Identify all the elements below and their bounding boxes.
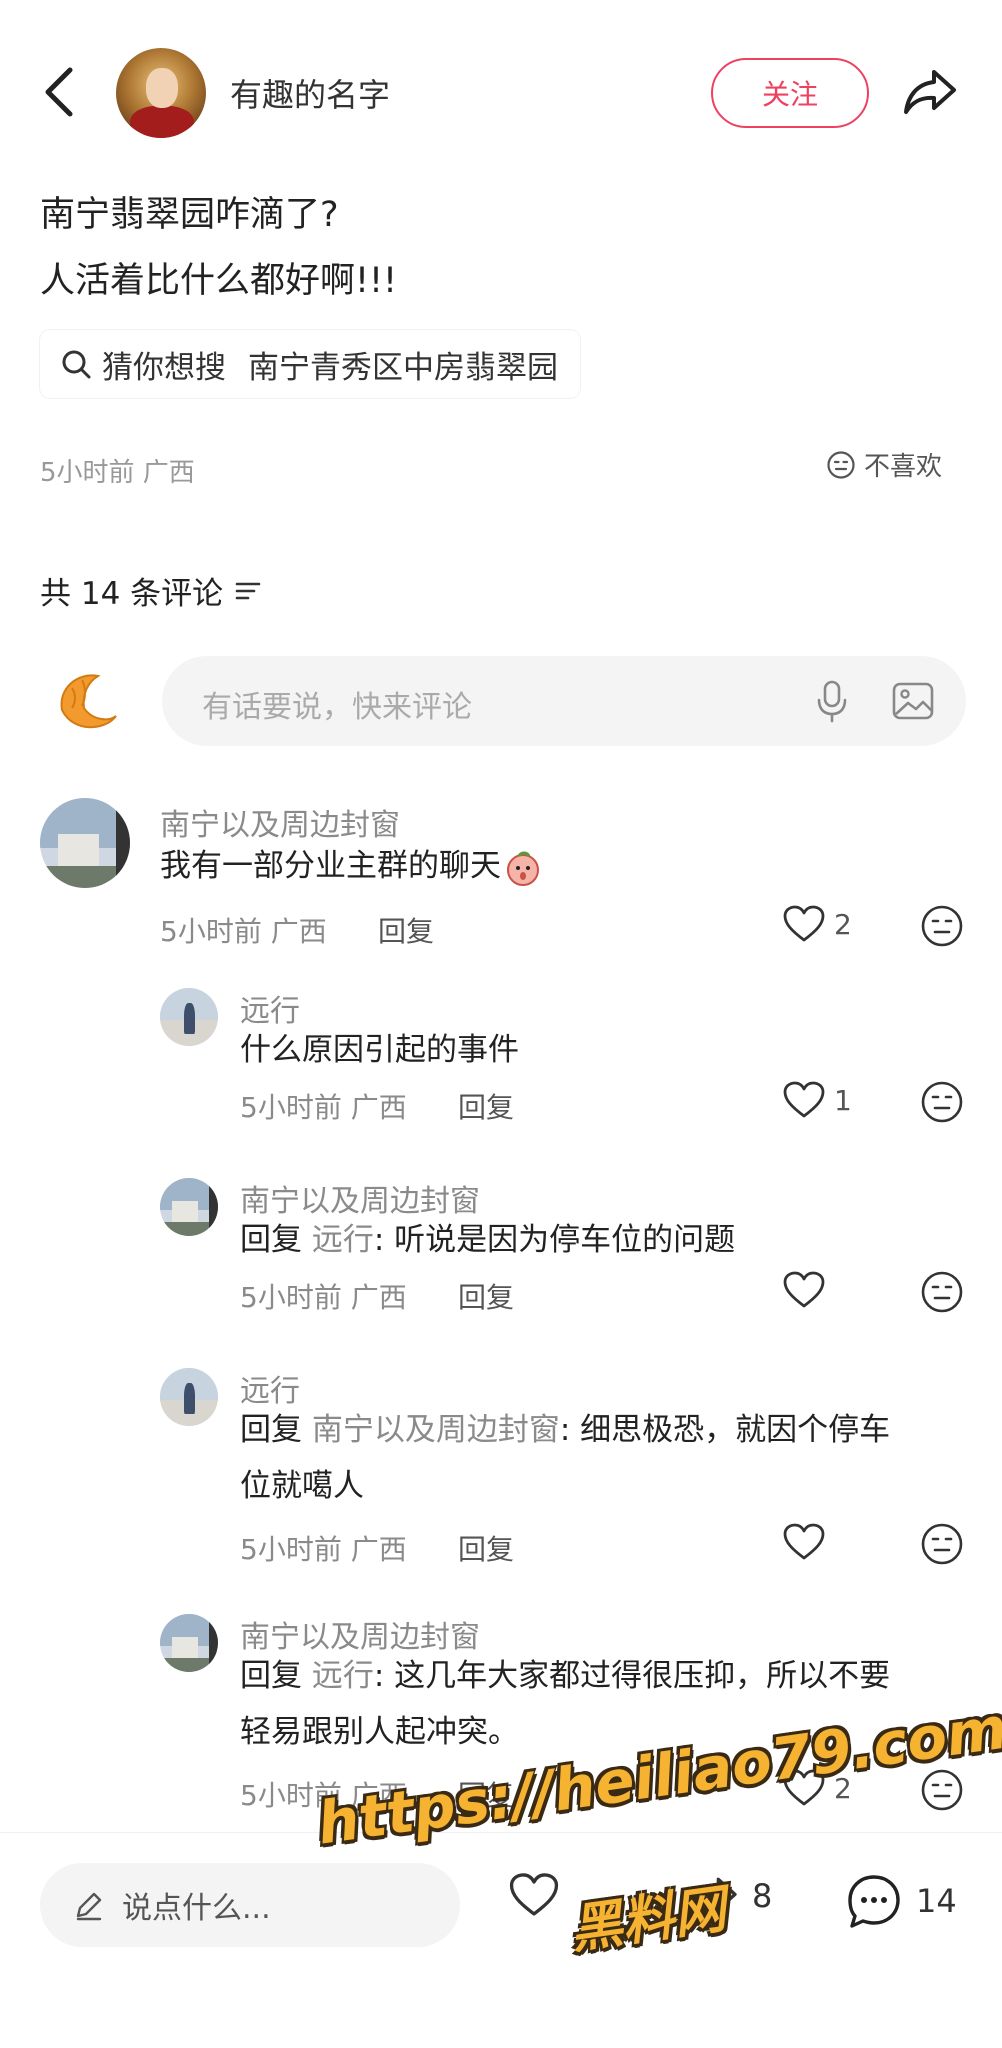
comment-count: 14	[916, 1882, 957, 1920]
commenter-avatar[interactable]	[40, 798, 130, 888]
commenter-avatar[interactable]	[160, 1178, 218, 1236]
comment-body: : 这几年大家都过得很压抑，所以不要	[373, 1658, 891, 1694]
comment-count-button[interactable]: 14	[844, 1871, 957, 1931]
reply-prefix: 回复	[240, 1222, 302, 1258]
reply-target-name[interactable]: 南宁以及周边封窗	[312, 1412, 560, 1448]
author-name[interactable]: 有趣的名字	[230, 70, 390, 116]
neutral-face-icon[interactable]	[920, 1080, 964, 1124]
like-count: 2	[834, 907, 852, 941]
say-something-placeholder: 说点什么...	[122, 1891, 271, 1926]
heart-icon	[509, 1873, 559, 1916]
post-meta: 5小时前 广西	[40, 458, 195, 488]
comment-composer[interactable]: 有话要说，快来评论	[162, 656, 966, 746]
commenter-avatar[interactable]	[160, 988, 218, 1046]
heart-icon	[783, 1271, 825, 1308]
reply-button[interactable]: 回复	[378, 910, 434, 950]
reply-item: 远行 回复 南宁以及周边封窗: 细思极恐，就因个停车 位就噶人 5小时前 广西 …	[0, 1360, 1002, 1580]
share-count: 8	[752, 1877, 773, 1915]
comment-item: 南宁以及周边封窗 我有一部分业主群的聊天 5小时前 广西 回复 2	[0, 790, 1002, 960]
search-icon	[62, 350, 91, 379]
like-button[interactable]	[782, 1522, 834, 1562]
comment-time: 5小时前 广西	[240, 1533, 407, 1566]
reply-button[interactable]: 回复	[458, 1276, 514, 1316]
post-text-line-1: 南宁翡翠园咋滴了?	[40, 195, 339, 235]
comment-text: 回复 远行: 这几年大家都过得很压抑，所以不要	[240, 1648, 890, 1704]
author-avatar[interactable]	[116, 48, 206, 138]
microphone-icon[interactable]	[810, 678, 854, 724]
comment-text: 回复 远行: 听说是因为停车位的问题	[240, 1212, 735, 1268]
bottom-action-bar: 说点什么... 8 14	[0, 1832, 1002, 2048]
reply-prefix: 回复	[240, 1412, 302, 1448]
reply-item: 远行 什么原因引起的事件 5小时前 广西 回复 1	[0, 980, 1002, 1150]
commenter-avatar[interactable]	[160, 1614, 218, 1672]
comment-bubble-icon	[848, 1875, 900, 1928]
dislike-button[interactable]: 不喜欢	[826, 446, 942, 483]
back-arrow-icon[interactable]	[40, 62, 80, 122]
suggested-search-query[interactable]: 南宁青秀区中房翡翠园	[248, 342, 558, 387]
comment-text: 什么原因引起的事件	[240, 1032, 519, 1068]
like-button[interactable]	[782, 1270, 834, 1310]
like-count: 1	[834, 1083, 852, 1117]
reply-target-name[interactable]: 远行	[312, 1658, 374, 1694]
sort-filter-icon[interactable]	[233, 576, 263, 606]
top-bar: 有趣的名字 关注	[0, 0, 1002, 180]
neutral-face-icon[interactable]	[920, 1270, 964, 1314]
neutral-face-icon[interactable]	[920, 904, 964, 948]
neutral-face-icon[interactable]	[920, 1768, 964, 1812]
suggested-search-label: 猜你想搜	[102, 349, 226, 386]
reply-prefix: 回复	[240, 1658, 302, 1694]
reply-button[interactable]: 回复	[458, 1528, 514, 1568]
comment-time: 5小时前 广西	[240, 1091, 407, 1124]
dislike-label: 不喜欢	[864, 452, 943, 482]
comment-time: 5小时前 广西	[160, 915, 327, 948]
heart-icon	[783, 905, 825, 942]
reply-target-name[interactable]: 远行	[312, 1222, 374, 1258]
comment-time: 5小时前 广西	[240, 1281, 407, 1314]
follow-button[interactable]: 关注	[711, 58, 869, 128]
say-something-input[interactable]: 说点什么...	[40, 1863, 460, 1947]
pencil-icon	[76, 1892, 102, 1921]
comment-text-line-2: 轻易跟别人起冲突。	[240, 1714, 519, 1750]
comment-text: 回复 南宁以及周边封窗: 细思极恐，就因个停车	[240, 1402, 890, 1458]
comment-composer-placeholder: 有话要说，快来评论	[202, 690, 472, 725]
comment-text-line-2: 位就噶人	[240, 1468, 364, 1504]
like-button[interactable]: 2	[782, 904, 852, 944]
heart-icon	[783, 1081, 825, 1118]
neutral-face-icon	[827, 450, 855, 479]
comment-count-header: 共 14 条评论	[40, 568, 263, 613]
reply-item: 南宁以及周边封窗 回复 远行: 听说是因为停车位的问题 5小时前 广西 回复	[0, 1170, 1002, 1340]
croissant-avatar-icon	[60, 674, 117, 729]
heart-icon	[783, 1523, 825, 1560]
comment-body: : 细思极恐，就因个停车	[559, 1412, 891, 1448]
share-icon[interactable]	[900, 62, 960, 122]
like-post-button[interactable]	[508, 1871, 572, 1919]
suggested-search-chip[interactable]: 猜你想搜 南宁青秀区中房翡翠园	[40, 330, 580, 398]
neutral-face-icon[interactable]	[920, 1522, 964, 1566]
comment-body: : 听说是因为停车位的问题	[373, 1222, 736, 1258]
image-icon[interactable]	[890, 678, 936, 724]
comment-text: 我有一部分业主群的聊天	[160, 838, 543, 894]
like-button[interactable]: 1	[782, 1080, 852, 1120]
comment-count-label: 共 14 条评论	[40, 576, 224, 612]
commenter-avatar[interactable]	[160, 1368, 218, 1426]
reply-button[interactable]: 回复	[458, 1086, 514, 1126]
peach-emoji-icon	[507, 851, 539, 886]
post-text-line-2: 人活着比什么都好啊!!!	[40, 261, 398, 301]
comment-body: 我有一部分业主群的聊天	[160, 848, 501, 884]
